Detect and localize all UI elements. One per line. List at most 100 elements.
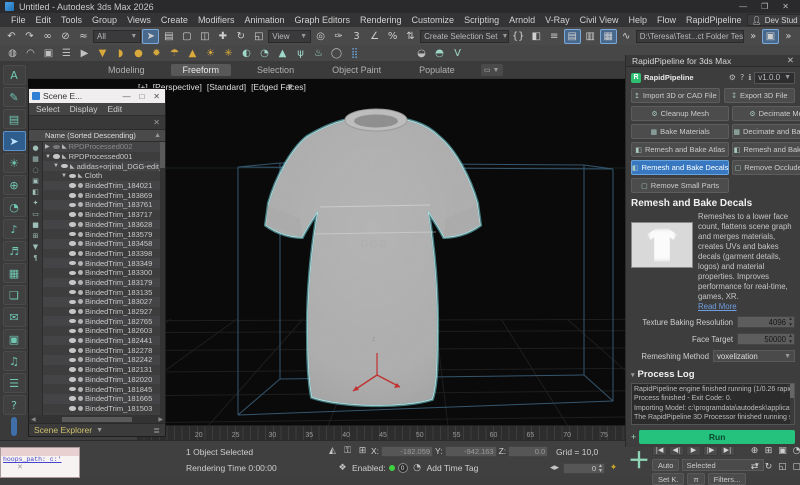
visibility-eye-icon[interactable] — [69, 222, 76, 227]
visibility-eye-icon[interactable] — [69, 309, 76, 314]
expand-arrow-icon[interactable]: ▼ — [45, 154, 51, 160]
flare-light-icon[interactable]: ✳ — [220, 46, 237, 61]
menu-item[interactable]: Arnold — [504, 15, 540, 25]
rapidpipeline-panel-titlebar[interactable]: RapidPipeline for 3ds Max ✕ — [626, 55, 800, 68]
import-button[interactable]: ↥ Import 3D or CAD File — [631, 88, 720, 104]
visibility-eye-icon[interactable] — [69, 212, 76, 217]
select-and-link-icon[interactable]: ∞ — [39, 29, 56, 44]
clear-search-icon[interactable]: ✕ — [153, 118, 160, 127]
tree-parent-row[interactable]: ▼ ◣ RPDProcessed001 — [43, 151, 165, 162]
vray-toolbar-icon[interactable]: V — [449, 46, 466, 61]
bind-to-space-warp-icon[interactable]: ≈ — [75, 29, 92, 44]
visibility-eye-icon[interactable] — [69, 299, 76, 305]
display-cameras-icon[interactable]: ◧ — [32, 188, 39, 196]
z-coordinate-input[interactable]: 0.0 — [508, 445, 549, 457]
pipeline-action-button[interactable]: ▢ Remove Occluded Parts — [732, 160, 800, 176]
tree-leaf-row[interactable]: BindedTrim_183300 — [43, 267, 165, 278]
light-lister-icon[interactable]: ☀ — [2, 153, 26, 173]
display-all-icon[interactable]: ● — [32, 144, 38, 152]
chart-icon[interactable]: ◔ — [256, 46, 273, 61]
visibility-eye-icon[interactable] — [69, 260, 76, 266]
visibility-eye-icon[interactable] — [69, 202, 76, 208]
menu-item[interactable]: Civil View — [575, 15, 624, 25]
visibility-eye-icon[interactable] — [69, 377, 76, 382]
texture-resolution-input[interactable]: 4096 ▲ ▼ — [737, 316, 795, 328]
menu-item[interactable]: Scripting — [459, 15, 504, 25]
rollout-expand-icon[interactable]: + — [631, 432, 636, 442]
maximize-button[interactable]: ❐ — [761, 2, 768, 11]
percent-snap-icon[interactable]: % — [384, 29, 401, 44]
zero-badge[interactable]: 0 — [397, 463, 408, 473]
expand-arrow-icon[interactable]: ▼ — [61, 173, 67, 179]
explorer-vertical-scrollbar[interactable] — [160, 142, 165, 415]
visibility-eye-icon[interactable] — [69, 386, 76, 392]
clipboard-icon[interactable]: ▦ — [2, 263, 26, 283]
visibility-eye-icon[interactable] — [61, 163, 68, 169]
pipeline-action-button[interactable]: ⚙ Decimate Mesh — [732, 106, 800, 122]
run-button[interactable]: Run — [639, 430, 795, 444]
ribbon-tab[interactable]: Selection — [245, 64, 306, 76]
create-selection-set-select[interactable]: Create Selection Set ▼ — [420, 29, 509, 43]
degradation-shield-icon[interactable]: ❖ — [336, 462, 349, 474]
visibility-eye-icon[interactable] — [69, 280, 76, 285]
display-spacewarps-icon[interactable]: ▭ — [32, 210, 39, 218]
menu-item[interactable]: Create — [156, 15, 193, 25]
video-camera-icon[interactable]: ▶ — [76, 46, 93, 61]
help-icon[interactable]: ? — [740, 73, 744, 82]
tree-leaf-row[interactable]: BindedTrim_183179 — [43, 277, 165, 288]
tree-leaf-row[interactable]: BindedTrim_183869 — [43, 190, 165, 201]
render-setup-icon[interactable]: ▣ — [761, 28, 779, 44]
expand-arrow-icon[interactable]: ▼ — [53, 163, 59, 169]
batch-render-icon[interactable]: ☰ — [58, 46, 75, 61]
expand-arrow-icon[interactable]: ▶ — [45, 143, 51, 150]
explorer-footer[interactable]: Scene Explorer ▼ ≣ — [29, 423, 165, 436]
tree-leaf-row[interactable]: BindedTrim_183628 — [43, 219, 165, 230]
tree-leaf-row[interactable]: BindedTrim_183761 — [43, 200, 165, 210]
toggle-layer-explorer-icon[interactable]: ▥ — [582, 29, 599, 44]
toggle-scene-explorer-icon[interactable]: ▤ — [563, 28, 581, 44]
tree-leaf-row[interactable]: BindedTrim_182927 — [43, 306, 165, 317]
visibility-eye-icon[interactable] — [69, 357, 76, 363]
orbit-icon[interactable]: ↻ — [762, 459, 775, 474]
pages-icon[interactable]: ❏ — [2, 285, 26, 305]
tree-leaf-row[interactable]: BindedTrim_182603 — [43, 326, 165, 336]
menu-item[interactable]: Graph Editors — [289, 15, 355, 25]
maximize-button[interactable]: □ — [139, 92, 144, 101]
chat-icon[interactable]: ✉ — [2, 307, 26, 327]
menu-item[interactable]: Customize — [407, 15, 460, 25]
visibility-eye-icon[interactable] — [69, 318, 76, 324]
menu-item[interactable]: Rendering — [355, 15, 407, 25]
tree-leaf-row[interactable]: BindedTrim_181665 — [43, 393, 165, 404]
pipeline-action-button[interactable]: ◧ Remesh and Bake Decals — [631, 160, 730, 176]
list-icon[interactable]: ☰ — [2, 373, 26, 393]
filter-icon[interactable]: ▼ — [33, 243, 38, 251]
arnold-a-icon[interactable]: A — [2, 65, 26, 85]
visibility-eye-icon[interactable] — [53, 144, 60, 150]
visibility-eye-icon[interactable] — [69, 348, 76, 353]
tree-leaf-row[interactable]: BindedTrim_181845 — [43, 384, 165, 394]
visibility-eye-icon[interactable] — [69, 396, 76, 401]
display-xrefs-icon[interactable]: ⊞ — [33, 232, 39, 240]
tree-leaf-row[interactable]: BindedTrim_184021 — [43, 180, 165, 191]
chevron-down-icon[interactable]: ▼ — [96, 427, 103, 434]
menu-item[interactable]: RapidPipeline — [681, 15, 747, 25]
tree-parent-row[interactable]: ▼ ◣ Cloth — [43, 171, 165, 181]
absolute-mode-icon[interactable]: ⊞ — [356, 445, 369, 457]
display-groups-icon[interactable]: ■ — [32, 221, 39, 229]
select-and-scale-icon[interactable]: ◱ — [250, 29, 267, 44]
explorer-menu-item[interactable]: Display — [70, 104, 98, 114]
menu-item[interactable]: Animation — [239, 15, 289, 25]
scroll-up-icon[interactable]: ▲ — [154, 132, 161, 139]
umbrella-light-icon[interactable]: ☂ — [166, 46, 183, 61]
tree-leaf-row[interactable]: BindedTrim_182242 — [43, 355, 165, 365]
menu-item[interactable]: V-Ray — [540, 15, 575, 25]
display-helpers-icon[interactable]: ✦ — [33, 199, 39, 207]
render-presets-icon[interactable]: ◍ — [4, 46, 21, 61]
tree-leaf-row[interactable]: BindedTrim_183458 — [43, 238, 165, 249]
face-target-input[interactable]: 50000 ▲ ▼ — [737, 333, 795, 345]
menu-item[interactable]: File — [6, 15, 31, 25]
active-pointer-icon[interactable]: ➤ — [2, 131, 26, 151]
visibility-eye-icon[interactable] — [69, 406, 76, 411]
script-editor-icon[interactable]: ✎ — [2, 87, 26, 107]
info-icon[interactable]: ℹ — [748, 73, 751, 82]
